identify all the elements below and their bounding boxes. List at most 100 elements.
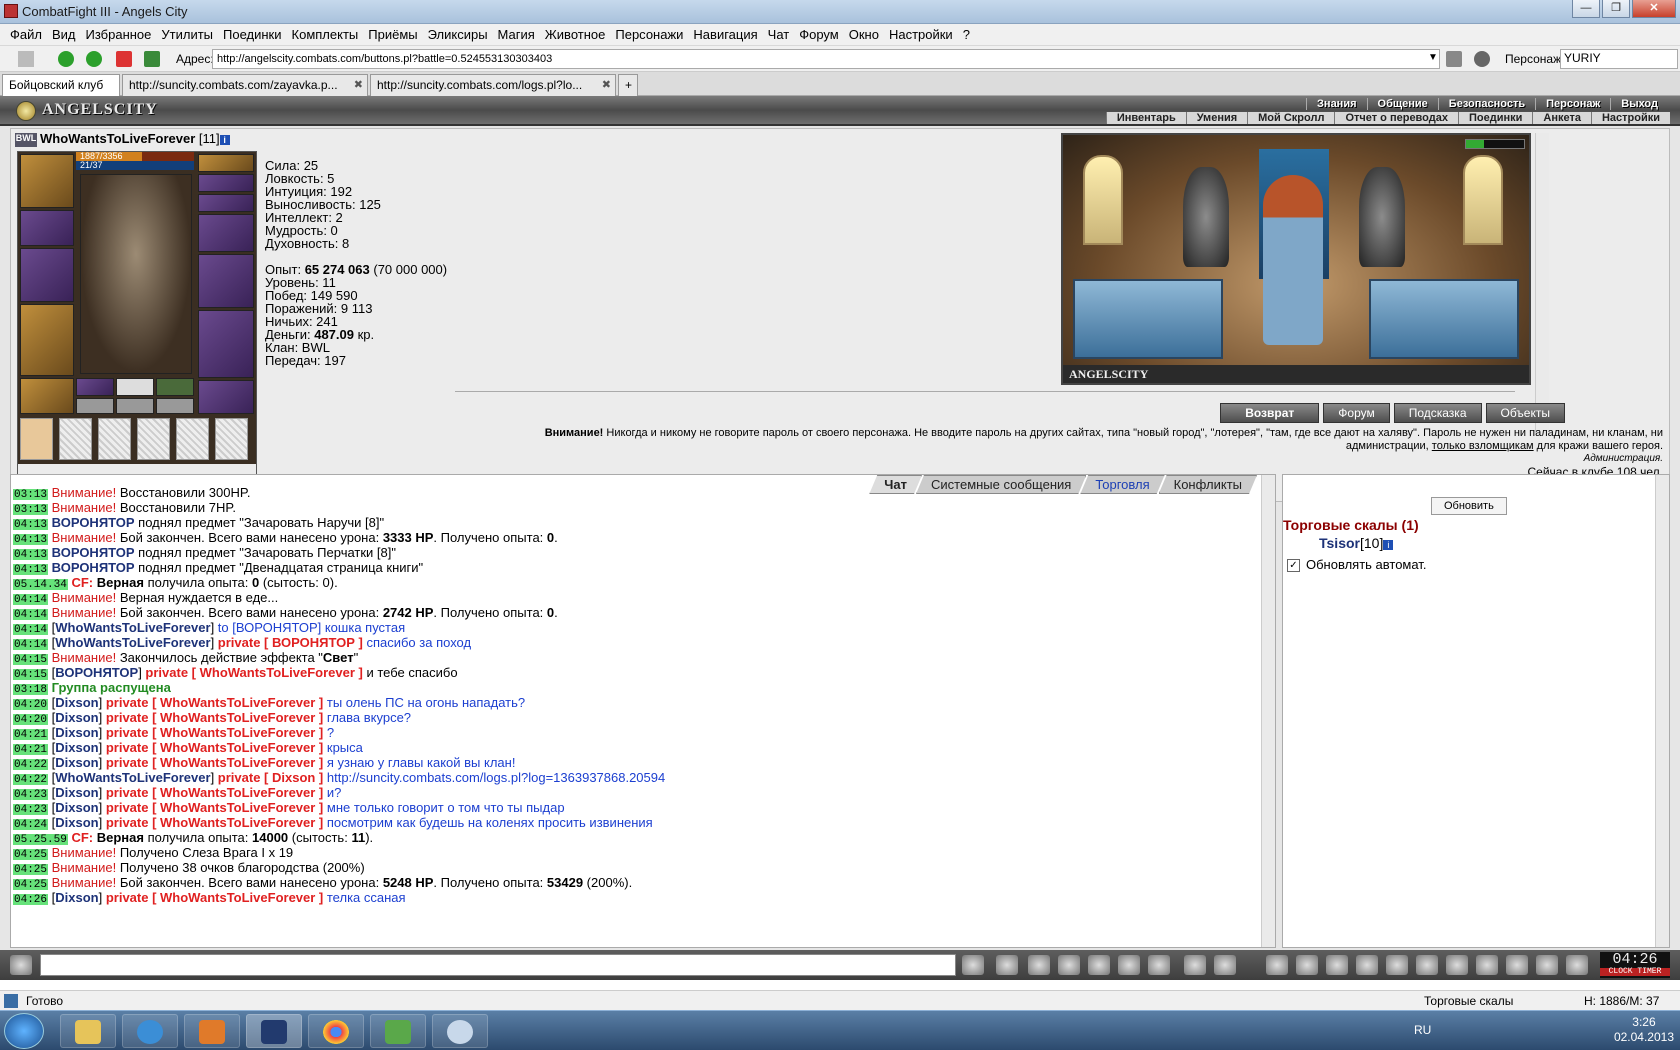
chat-timestamp[interactable]: 03:13 [13, 504, 49, 515]
new-tab-button[interactable]: + [618, 74, 638, 96]
private-target[interactable]: private [ WhoWantsToLiveForever ] [106, 755, 323, 770]
objects-button[interactable]: Объекты [1485, 403, 1565, 423]
chat-timestamp[interactable]: 04:25 [13, 864, 49, 875]
private-target[interactable]: private [ WhoWantsToLiveForever ] [106, 710, 323, 725]
info-icon[interactable]: i [1383, 540, 1394, 550]
chat-sender[interactable]: WhoWantsToLiveForever [55, 635, 210, 650]
empty-belt-slot[interactable] [59, 418, 92, 460]
chat-sender[interactable]: ВОРОНЯТОР [55, 665, 138, 680]
nav-exit[interactable]: Выход [1610, 98, 1668, 110]
tool3-icon[interactable] [1326, 955, 1348, 975]
refresh-icon[interactable] [144, 51, 160, 67]
nav-security[interactable]: Безопасность [1437, 98, 1535, 110]
info-icon[interactable]: i [219, 134, 230, 145]
tray-clock[interactable]: 3:26 02.04.2013 [1614, 1015, 1674, 1045]
menu-settings[interactable]: Настройки [889, 27, 953, 42]
close-tab-icon[interactable]: ✖ [354, 78, 363, 91]
minimize-button[interactable]: — [1572, 0, 1600, 18]
nav-knowledge[interactable]: Знания [1306, 98, 1366, 110]
menu-favorites[interactable]: Избранное [86, 27, 152, 42]
menu-utilities[interactable]: Утилиты [161, 27, 213, 42]
npc-figure[interactable] [1263, 175, 1323, 345]
empty-belt-slot[interactable] [137, 418, 170, 460]
persona-select[interactable]: YURIY [1560, 49, 1678, 69]
nav-transfers[interactable]: Отчет о переводах [1334, 112, 1458, 124]
settings-icon[interactable] [1214, 955, 1236, 975]
close-tab-icon[interactable]: ✖ [602, 78, 611, 91]
tool4-icon[interactable] [1356, 955, 1378, 975]
chat-timestamp[interactable]: 04:26 [13, 894, 49, 905]
menu-window[interactable]: Окно [849, 27, 879, 42]
empty-belt-slot[interactable] [98, 418, 131, 460]
belt-slot-icon[interactable] [20, 378, 74, 414]
level-icon[interactable] [1118, 955, 1140, 975]
empty-belt-slot[interactable] [176, 418, 209, 460]
chat-timestamp[interactable]: 04:13 [13, 519, 49, 530]
chat-nick[interactable]: ВОРОНЯТОР [52, 545, 135, 560]
chat-timestamp[interactable]: 04:23 [13, 789, 49, 800]
chat-timestamp[interactable]: 04:20 [13, 714, 49, 725]
chat-sender[interactable]: Dixson [55, 785, 98, 800]
panel-scrollbar[interactable] [1655, 475, 1669, 947]
return-button[interactable]: Возврат [1220, 403, 1320, 423]
potion-slot-icon[interactable] [76, 378, 114, 396]
emoji-icon[interactable] [1184, 955, 1206, 975]
private-target[interactable]: private [ WhoWantsToLiveForever ] [106, 740, 323, 755]
empty-belt-slot[interactable] [215, 418, 248, 460]
chat-timestamp[interactable]: 03:13 [13, 489, 49, 500]
start-button[interactable] [4, 1013, 44, 1049]
armor-stand[interactable] [1359, 167, 1405, 267]
address-input[interactable] [212, 49, 1440, 69]
paint-taskbar-icon[interactable] [432, 1014, 488, 1048]
character-name[interactable]: WhoWantsToLiveForever [40, 131, 195, 146]
save-icon[interactable] [1058, 955, 1080, 975]
chat-timestamp[interactable]: 04:22 [13, 759, 49, 770]
chat-sender[interactable]: WhoWantsToLiveForever [55, 770, 210, 785]
helmet-slot-icon[interactable] [20, 154, 74, 208]
chat-timestamp[interactable]: 03:18 [13, 684, 49, 695]
chat-timestamp[interactable]: 04:20 [13, 699, 49, 710]
menu-elixirs[interactable]: Эликсиры [428, 27, 488, 42]
glasses-icon[interactable] [1474, 51, 1490, 67]
tab-zayavka[interactable]: http://suncity.combats.com/zayavka.p... ✖ [122, 74, 368, 96]
explorer-taskbar-icon[interactable] [60, 1014, 116, 1048]
weapon-left-slot-icon[interactable] [20, 248, 74, 302]
sound-icon[interactable] [1148, 955, 1170, 975]
chat-timestamp[interactable]: 04:14 [13, 639, 49, 650]
leggings-slot-icon[interactable] [198, 310, 254, 378]
chat-sender[interactable]: Dixson [55, 695, 98, 710]
weapon-right-slot-icon[interactable] [198, 254, 254, 308]
chat-scrollbar[interactable] [1261, 475, 1275, 947]
nav-character[interactable]: Персонаж [1535, 98, 1610, 110]
tool1-icon[interactable] [1266, 955, 1288, 975]
bracers-slot-icon[interactable] [20, 210, 74, 246]
private-target[interactable]: private [ WhoWantsToLiveForever ] [106, 800, 323, 815]
chat-timestamp[interactable]: 04:13 [13, 549, 49, 560]
chat-timestamp[interactable]: 04:22 [13, 774, 49, 785]
smile-icon[interactable] [10, 955, 32, 975]
maximize-button[interactable]: ❐ [1602, 0, 1630, 18]
tool6-icon[interactable] [1416, 955, 1438, 975]
tool10-icon[interactable] [1536, 955, 1558, 975]
user-entry[interactable]: Tsisor[10] i [1319, 535, 1394, 551]
eraser-icon[interactable] [996, 955, 1018, 975]
chat-timestamp[interactable]: 04:13 [13, 564, 49, 575]
empty-slot-icon[interactable] [76, 398, 114, 414]
private-target[interactable]: private [ WhoWantsToLiveForever ] [106, 725, 323, 740]
display-case[interactable] [1369, 279, 1519, 359]
chat-timestamp[interactable]: 04:25 [13, 849, 49, 860]
chevron-down-icon[interactable]: ▼ [1428, 52, 1438, 63]
chat-sender[interactable]: Dixson [55, 755, 98, 770]
forward-icon[interactable] [86, 51, 102, 67]
nav-settings[interactable]: Настройки [1590, 112, 1670, 124]
back-icon[interactable] [58, 51, 74, 67]
menu-view[interactable]: Вид [52, 27, 76, 42]
menu-characters[interactable]: Персонажи [615, 27, 683, 42]
chrome-taskbar-icon[interactable] [308, 1014, 364, 1048]
gloves-slot-icon[interactable] [198, 214, 254, 252]
menu-forum[interactable]: Форум [799, 27, 839, 42]
chat-timestamp[interactable]: 04:25 [13, 879, 49, 890]
chat-timestamp[interactable]: 05.25.59 [13, 834, 68, 845]
hint-button[interactable]: Подсказка [1393, 403, 1482, 423]
app2-taskbar-icon[interactable] [370, 1014, 426, 1048]
